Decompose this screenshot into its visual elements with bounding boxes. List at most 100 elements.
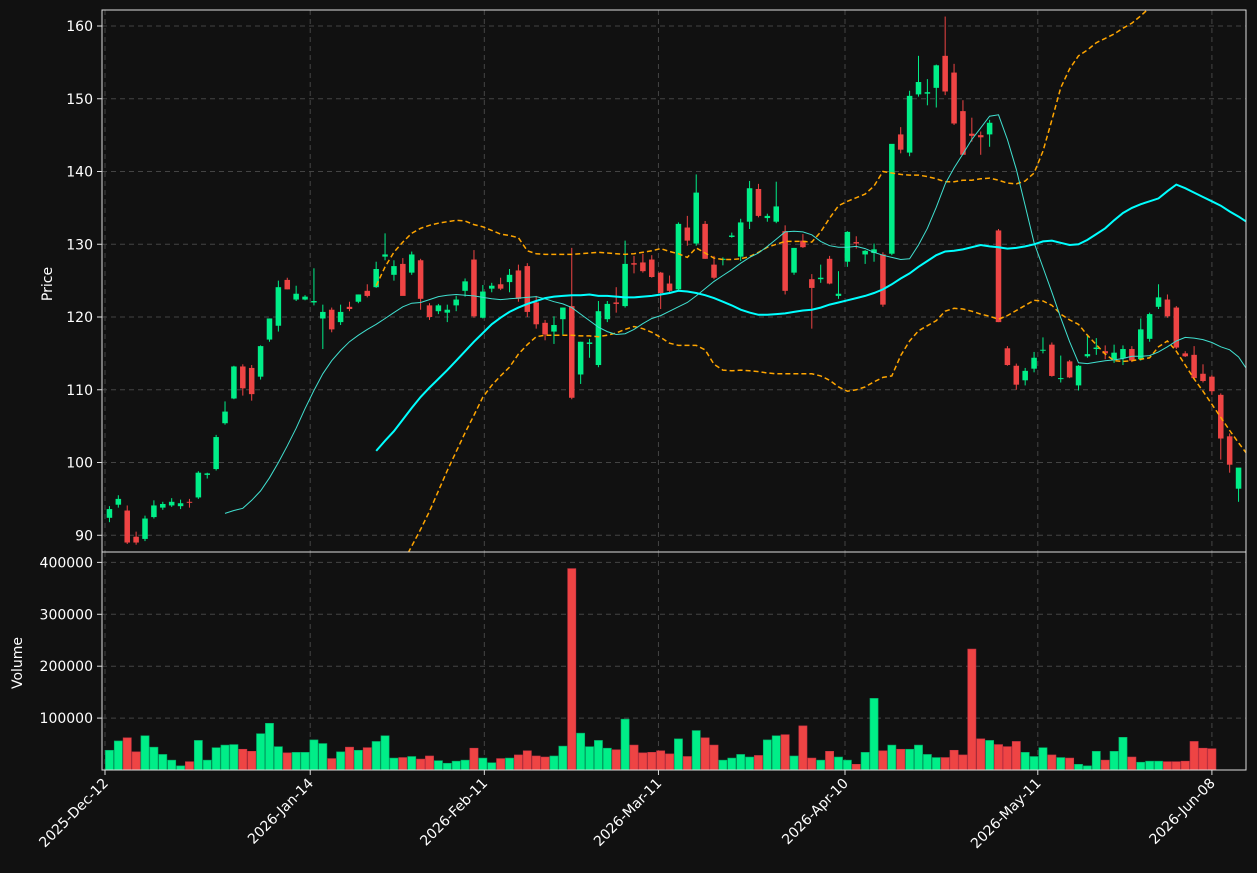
candle-body bbox=[853, 242, 860, 244]
volume-bar bbox=[1136, 761, 1146, 771]
candle-body bbox=[1057, 378, 1064, 380]
candle-body bbox=[222, 411, 228, 424]
volume-bar bbox=[914, 744, 923, 771]
candle-body bbox=[755, 188, 762, 216]
candle-body bbox=[817, 277, 824, 280]
volume-bar bbox=[745, 756, 754, 771]
volume-bar bbox=[602, 747, 612, 771]
candle-body bbox=[417, 260, 424, 299]
volume-bar bbox=[238, 748, 248, 771]
volume-bar bbox=[869, 698, 879, 771]
volume-bar bbox=[442, 762, 452, 771]
candle-body bbox=[1084, 354, 1091, 357]
volume-bar bbox=[780, 734, 790, 771]
candle-body bbox=[444, 309, 451, 313]
candle-body bbox=[1066, 361, 1073, 378]
candle-body bbox=[364, 290, 371, 296]
price-axis-label: Price bbox=[40, 267, 56, 301]
volume-bar bbox=[931, 757, 941, 771]
candle-body bbox=[124, 510, 130, 543]
candle bbox=[1146, 312, 1153, 342]
volume-bar bbox=[994, 744, 1003, 771]
volume-bar bbox=[967, 648, 977, 771]
candle-body bbox=[1200, 373, 1206, 382]
price-tick-label: 100 bbox=[66, 456, 93, 472]
volume-bar bbox=[291, 752, 301, 771]
volume-bar bbox=[505, 757, 514, 771]
candle-body bbox=[160, 503, 166, 508]
volume-bar bbox=[922, 754, 932, 771]
candle bbox=[195, 471, 202, 499]
candle-body bbox=[613, 302, 619, 304]
candle-body bbox=[337, 311, 344, 323]
candle-body bbox=[542, 322, 548, 335]
volume-bar bbox=[834, 756, 843, 771]
candle-body bbox=[186, 501, 193, 503]
volume-bar bbox=[771, 735, 781, 771]
price-tick-label: 120 bbox=[66, 310, 93, 326]
volume-tick-label: 200000 bbox=[40, 659, 93, 675]
volume-bar bbox=[718, 759, 728, 771]
volume-bar bbox=[709, 744, 719, 771]
candle-body bbox=[924, 92, 931, 94]
volume-bar bbox=[487, 762, 497, 771]
candle-body bbox=[426, 305, 433, 318]
candle-body bbox=[693, 192, 699, 244]
candle-body bbox=[862, 250, 868, 255]
volume-bar bbox=[1047, 754, 1057, 771]
volume-bar bbox=[754, 755, 763, 771]
candle-body bbox=[462, 281, 468, 291]
volume-bar bbox=[558, 745, 568, 771]
volume-bar bbox=[1100, 759, 1110, 771]
candlestick-chart: 90 100 110 120 130 140 150 160 100000 200000 30000… bbox=[0, 0, 1257, 873]
candle-body bbox=[1120, 349, 1126, 359]
candle-body bbox=[684, 227, 691, 241]
volume-bar bbox=[1145, 760, 1155, 771]
candle-body bbox=[275, 287, 282, 326]
candle-body bbox=[480, 291, 486, 318]
candle-body bbox=[969, 133, 975, 136]
candle-body bbox=[675, 223, 682, 290]
volume-bar bbox=[789, 755, 799, 771]
volume-bar bbox=[1038, 747, 1048, 771]
candle bbox=[737, 218, 744, 261]
candle bbox=[257, 345, 264, 380]
candle-body bbox=[453, 299, 459, 306]
volume-bar bbox=[149, 746, 159, 771]
candle-body bbox=[266, 318, 273, 340]
volume-bar bbox=[193, 740, 203, 771]
candle-body bbox=[986, 122, 993, 135]
volume-tick-label: 300000 bbox=[40, 607, 93, 623]
candle-body bbox=[106, 509, 113, 518]
volume-bar bbox=[1109, 751, 1119, 771]
volume-bar bbox=[682, 756, 692, 771]
candle bbox=[275, 280, 282, 332]
candle-body bbox=[1182, 353, 1188, 357]
price-tick-label: 90 bbox=[75, 528, 93, 544]
volume-bar bbox=[1083, 765, 1092, 771]
candle-body bbox=[622, 263, 628, 307]
volume-bar bbox=[407, 756, 417, 771]
volume-bar bbox=[318, 743, 328, 771]
candle-body bbox=[729, 235, 735, 237]
candle-body bbox=[809, 279, 815, 288]
candle-body bbox=[320, 311, 326, 319]
candle-body bbox=[400, 263, 406, 296]
volume-bar bbox=[522, 750, 532, 771]
candle bbox=[1049, 342, 1055, 377]
volume-bar bbox=[140, 735, 150, 771]
volume-bar bbox=[300, 752, 310, 771]
candle-body bbox=[115, 498, 122, 505]
candle-body bbox=[213, 437, 219, 470]
volume-bar bbox=[122, 737, 132, 771]
candle-body bbox=[1235, 467, 1242, 489]
volume-bar bbox=[309, 739, 319, 771]
volume-bar bbox=[762, 739, 772, 771]
candle-body bbox=[889, 143, 895, 254]
volume-bar bbox=[531, 755, 541, 771]
candle bbox=[675, 222, 682, 291]
candle-body bbox=[488, 285, 495, 289]
candle bbox=[408, 251, 415, 275]
volume-bar bbox=[380, 735, 390, 771]
volume-bar bbox=[949, 749, 959, 771]
